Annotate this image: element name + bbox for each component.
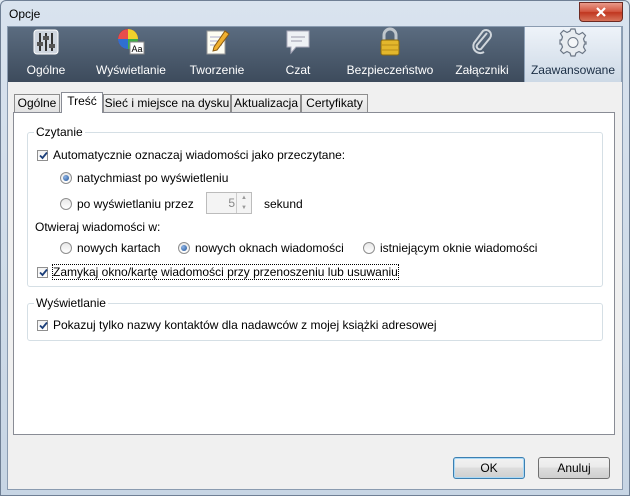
open-in-new-tabs-radio[interactable]: nowych kartach [60, 241, 160, 255]
display-group: Wyświetlanie Pokazuj tylko nazwy kontakt… [27, 296, 603, 341]
delay-value: 5 [228, 196, 235, 210]
category-label: Tworzenie [189, 63, 245, 77]
paperclip-icon [467, 27, 497, 57]
category-chat[interactable]: Czat [256, 27, 340, 82]
display-legend: Wyświetlanie [34, 296, 108, 310]
notepad-pencil-icon [202, 27, 232, 57]
radio-dot[interactable] [60, 242, 72, 254]
open-messages-in-label: Otwieraj wiadomości w: [35, 220, 161, 234]
window-title: Opcje [9, 7, 41, 21]
checkbox-box[interactable] [37, 149, 48, 161]
switches-icon [31, 27, 61, 57]
close-button[interactable] [579, 2, 623, 22]
padlock-icon [375, 27, 405, 57]
open-in-existing-window-label: istniejącym oknie wiadomości [380, 241, 538, 255]
category-display[interactable]: Aa Wyświetlanie [84, 27, 178, 82]
show-contact-names-label: Pokazuj tylko nazwy kontaktów dla nadawc… [53, 318, 437, 332]
color-wheel-icon: Aa [116, 27, 146, 57]
mark-immediately-label: natychmiast po wyświetleniu [77, 171, 229, 185]
category-toolbar: Ogólne Aa Wyświetlanie Tworzenie Czat Be… [8, 27, 622, 82]
category-attachments[interactable]: Załączniki [440, 27, 524, 82]
radio-dot[interactable] [363, 242, 375, 254]
checkmark-icon [39, 321, 48, 329]
checkbox-box[interactable] [37, 319, 48, 331]
delay-seconds-spinner[interactable]: 5 ▲ ▼ [206, 192, 252, 214]
gear-icon [558, 27, 588, 57]
auto-mark-read-label: Automatycznie oznaczaj wiadomości jako p… [53, 148, 346, 162]
show-contact-names-checkbox[interactable]: Pokazuj tylko nazwy kontaktów dla nadawc… [37, 318, 437, 332]
radio-dot[interactable] [178, 242, 190, 254]
auto-mark-read-checkbox[interactable]: Automatycznie oznaczaj wiadomości jako p… [37, 148, 345, 162]
cancel-button[interactable]: Anuluj [538, 457, 610, 479]
open-in-new-windows-radio[interactable]: nowych oknach wiadomości [178, 241, 344, 255]
close-on-move-label: Zamykaj okno/kartę wiadomości przy przen… [52, 264, 399, 280]
title-bar[interactable]: Opcje [1, 1, 629, 25]
spinner-arrows[interactable]: ▲ ▼ [236, 193, 251, 213]
mark-immediately-radio[interactable]: natychmiast po wyświetleniu [60, 171, 228, 185]
close-on-move-checkbox[interactable]: Zamykaj okno/kartę wiadomości przy przen… [37, 264, 399, 280]
open-in-existing-window-radio[interactable]: istniejącym oknie wiadomości [363, 241, 537, 255]
category-label: Wyświetlanie [96, 63, 166, 77]
open-in-new-tabs-label: nowych kartach [77, 241, 161, 255]
category-composition[interactable]: Tworzenie [178, 27, 256, 82]
options-dialog: Opcje Ogólne Aa Wyświetlanie Tworzenie C… [0, 0, 630, 496]
category-label: Bezpieczeństwo [346, 63, 434, 77]
speech-bubble-icon [283, 27, 313, 57]
spin-down-icon[interactable]: ▼ [237, 203, 251, 213]
category-label: Czat [285, 63, 311, 77]
category-label: Ogólne [26, 63, 66, 77]
reading-group: Czytanie Automatycznie oznaczaj wiadomoś… [27, 125, 603, 287]
mark-after-delay-label: po wyświetlaniu przez [77, 197, 194, 211]
radio-dot[interactable] [60, 198, 72, 210]
category-advanced[interactable]: Zaawansowane [524, 27, 622, 82]
radio-dot[interactable] [60, 172, 72, 184]
category-security[interactable]: Bezpieczeństwo [340, 27, 440, 82]
ok-button[interactable]: OK [453, 457, 525, 479]
close-icon [596, 7, 606, 17]
tab-update[interactable]: Aktualizacja [231, 94, 301, 112]
tab-content[interactable]: Treść [61, 92, 103, 113]
spin-up-icon[interactable]: ▲ [237, 193, 251, 203]
category-label: Załączniki [455, 63, 509, 77]
reading-legend: Czytanie [34, 125, 85, 139]
category-label: Zaawansowane [530, 63, 616, 77]
checkbox-box[interactable] [37, 266, 48, 278]
category-general[interactable]: Ogólne [8, 27, 84, 82]
delay-unit-label: sekund [264, 197, 303, 211]
checkmark-icon [39, 151, 48, 159]
svg-text:Aa: Aa [132, 44, 143, 54]
tab-certificates[interactable]: Certyfikaty [301, 94, 368, 112]
tab-panel-content: Czytanie Automatycznie oznaczaj wiadomoś… [13, 112, 615, 435]
open-in-new-windows-label: nowych oknach wiadomości [195, 241, 344, 255]
tab-general[interactable]: Ogólne [14, 94, 60, 112]
tab-network-disk[interactable]: Sieć i miejsce na dysku [103, 94, 231, 112]
checkmark-icon [39, 268, 48, 276]
dialog-client-area: Ogólne Aa Wyświetlanie Tworzenie Czat Be… [7, 26, 623, 490]
mark-after-delay-radio[interactable]: po wyświetlaniu przez [60, 197, 194, 211]
